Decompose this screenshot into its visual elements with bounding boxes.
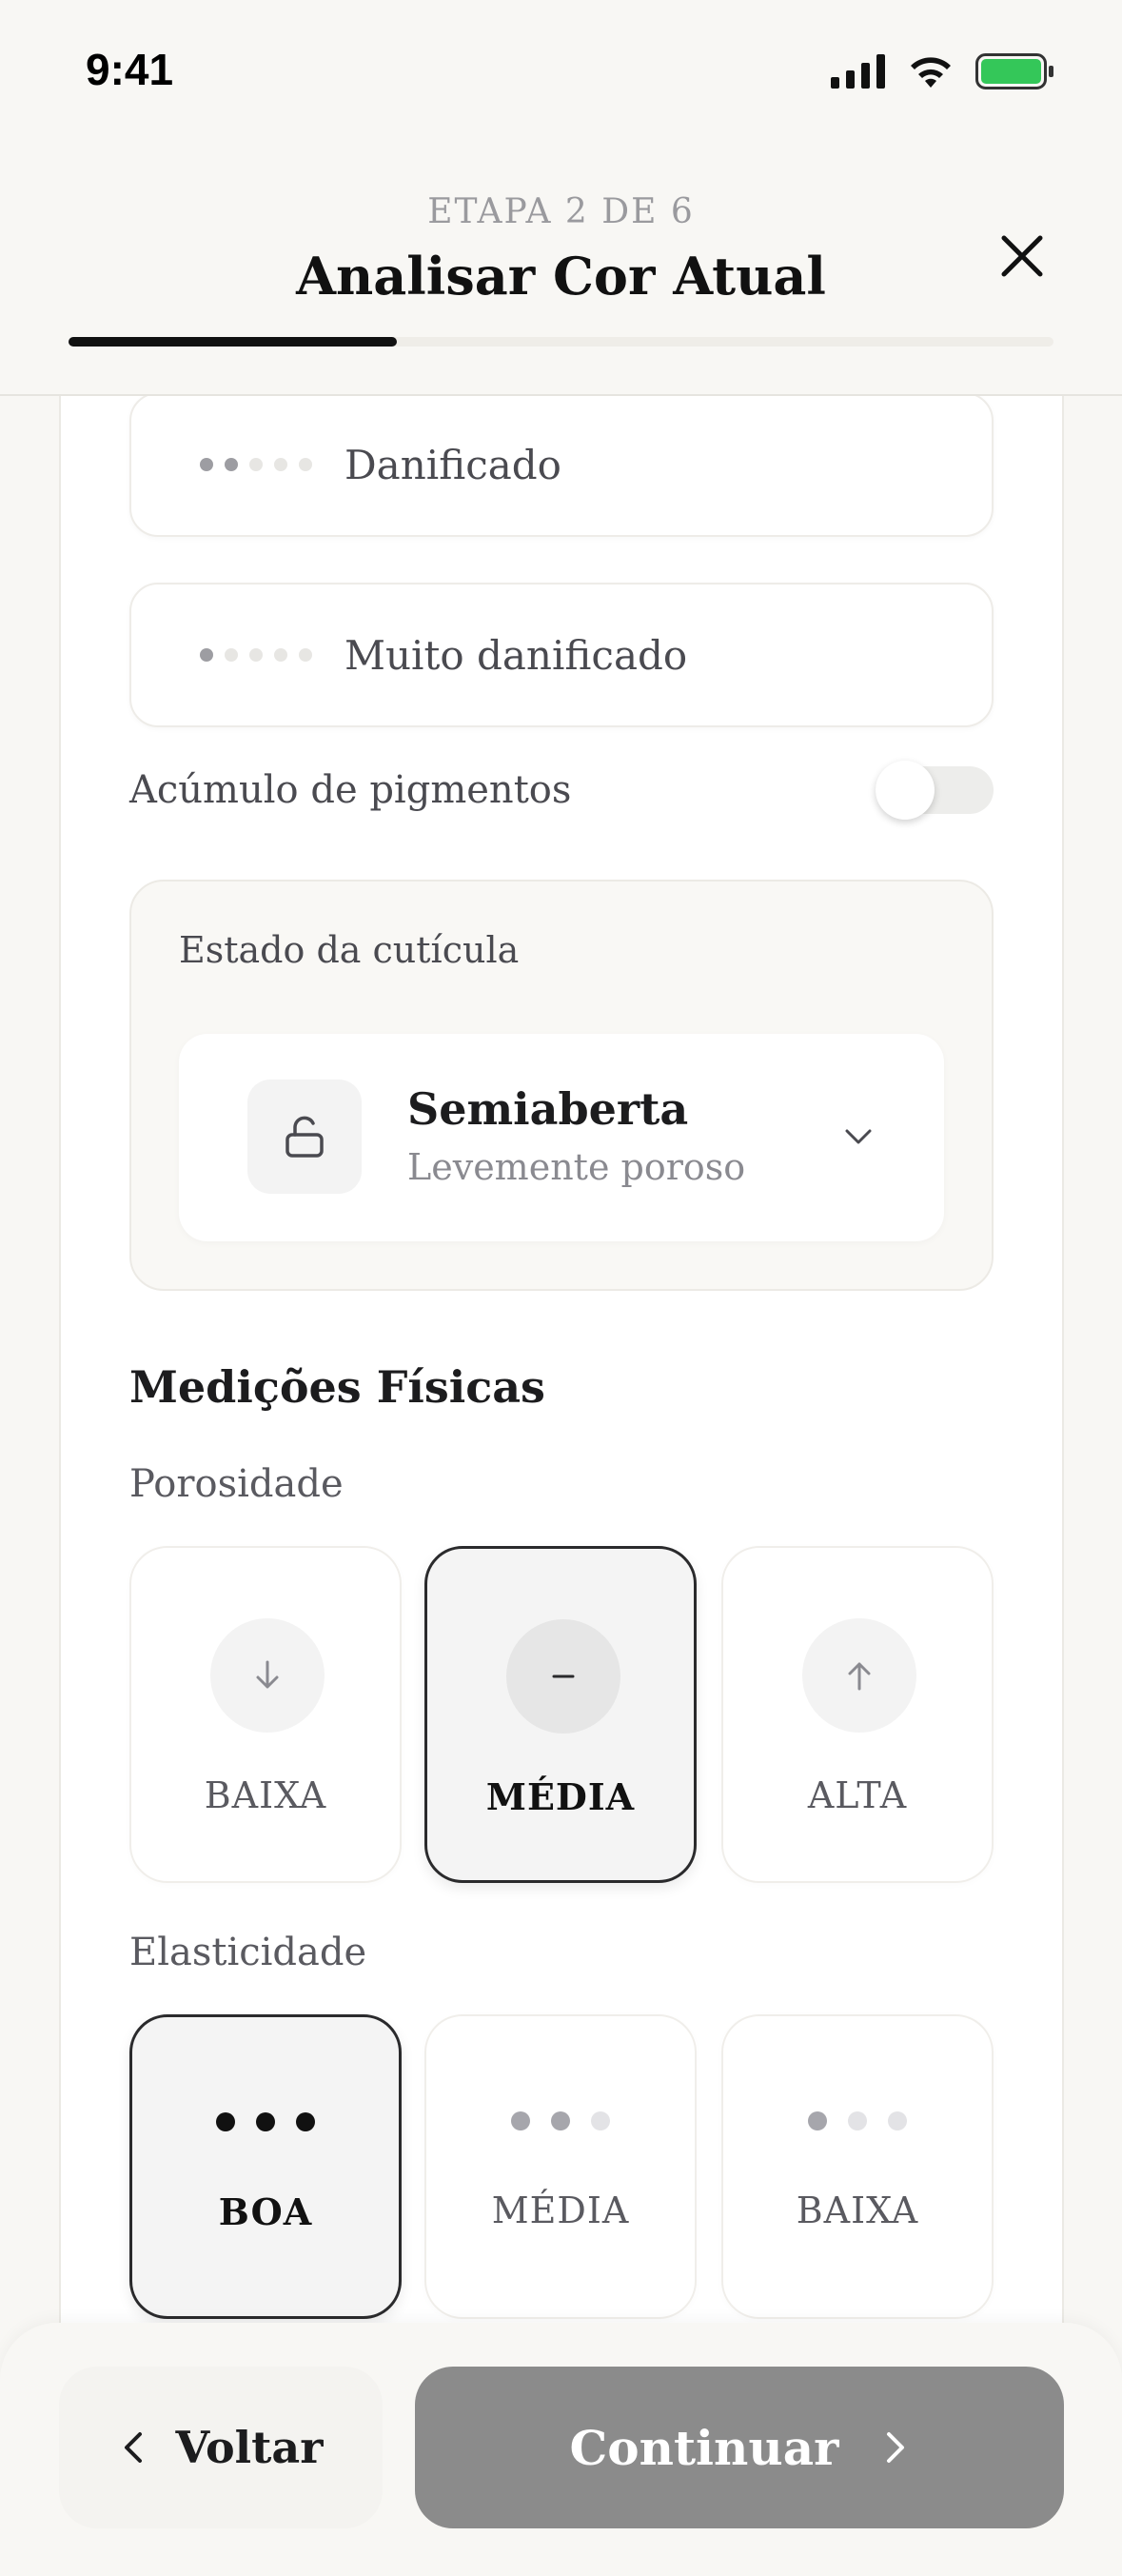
option-label: Danificado	[344, 441, 561, 488]
chevron-left-icon	[124, 2432, 142, 2463]
cuticle-panel: Estado da cutícula Semiaberta Levemente …	[129, 880, 994, 1291]
status-bar: 9:41	[0, 0, 1122, 143]
option-label: Muito danificado	[344, 631, 688, 679]
footer: Voltar Continuar	[0, 2323, 1122, 2576]
choice-icon-circle	[210, 1618, 325, 1733]
header: ETAPA 2 DE 6 Analisar Cor Atual	[0, 143, 1122, 396]
close-icon	[1001, 235, 1043, 277]
choice-label: MÉDIA	[485, 1775, 636, 1818]
status-time: 9:41	[86, 45, 174, 94]
section-title: Medições Físicas	[129, 1361, 545, 1413]
porosity-option-alta[interactable]: ALTA	[721, 1546, 994, 1883]
minus-icon	[552, 1674, 575, 1678]
wifi-icon	[911, 57, 951, 88]
elasticity-option-boa[interactable]: BOA	[129, 2014, 402, 2319]
chevron-right-icon	[886, 2432, 904, 2463]
choice-label: MÉDIA	[491, 2190, 630, 2231]
porosity-option-baixa[interactable]: BAIXA	[129, 1546, 402, 1883]
choice-label: BAIXA	[796, 2190, 919, 2231]
page-title: Analisar Cor Atual	[296, 246, 826, 307]
level-dots	[723, 2111, 992, 2130]
cuticle-select[interactable]: Semiaberta Levemente poroso	[179, 1034, 944, 1241]
pigment-toggle-row: Acúmulo de pigmentos	[129, 752, 994, 828]
close-button[interactable]	[989, 223, 1055, 289]
battery-icon	[975, 53, 1053, 89]
porosity-label: Porosidade	[129, 1462, 344, 1506]
choice-label: BAIXA	[204, 1774, 327, 1816]
choice-icon-circle	[506, 1619, 620, 1734]
choice-label: BOA	[218, 2190, 313, 2233]
level-dots	[132, 2112, 399, 2131]
progress-fill	[69, 337, 397, 347]
step-label: ETAPA 2 DE 6	[427, 192, 695, 231]
cuticle-description: Levemente poroso	[407, 1146, 746, 1188]
back-label: Voltar	[175, 2422, 324, 2473]
level-dots	[200, 458, 333, 471]
porosity-option-media[interactable]: MÉDIA	[424, 1546, 697, 1883]
back-button[interactable]: Voltar	[59, 2367, 383, 2528]
damage-option-muito-danificado[interactable]: Muito danificado	[129, 583, 994, 727]
elasticity-option-media[interactable]: MÉDIA	[424, 2014, 697, 2319]
elasticity-option-baixa[interactable]: BAIXA	[721, 2014, 994, 2319]
level-dots	[200, 648, 333, 662]
pigment-toggle-label: Acúmulo de pigmentos	[129, 768, 572, 812]
chevron-down-icon	[845, 1129, 872, 1144]
elasticity-label: Elasticidade	[129, 1931, 367, 1974]
arrow-down-icon	[256, 1660, 279, 1689]
unlock-icon	[285, 1116, 324, 1158]
progress-bar	[69, 337, 1053, 347]
cuticle-title: Estado da cutícula	[179, 929, 520, 971]
damage-option-danificado[interactable]: Danificado	[129, 396, 994, 537]
signal-icon	[831, 54, 885, 89]
continue-label: Continuar	[569, 2419, 839, 2476]
cuticle-selected: Semiaberta	[407, 1083, 689, 1135]
pigment-toggle[interactable]	[876, 761, 994, 820]
level-dots	[426, 2111, 695, 2130]
arrow-up-icon	[848, 1662, 871, 1691]
continue-button[interactable]: Continuar	[415, 2367, 1064, 2528]
choice-icon-circle	[802, 1618, 916, 1733]
choice-label: ALTA	[807, 1774, 908, 1816]
toggle-knob	[876, 761, 935, 820]
content-scroll[interactable]: Danificado Muito danificado Acúmulo de p…	[59, 396, 1064, 2328]
status-icons	[831, 53, 1055, 89]
lock-icon-box	[247, 1080, 362, 1194]
